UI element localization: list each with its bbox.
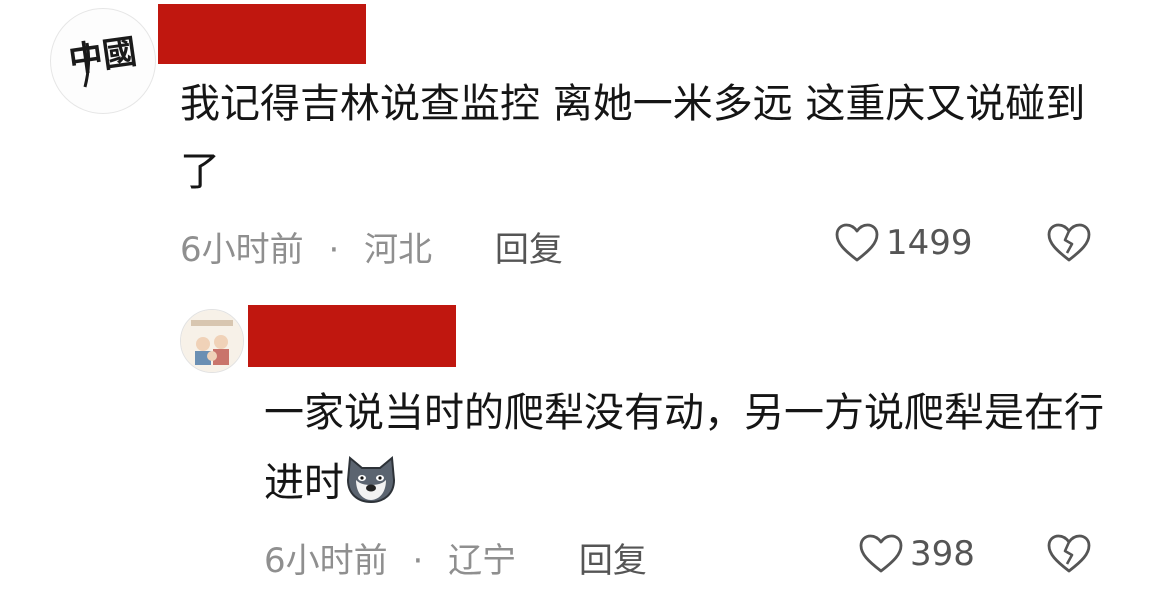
location: 辽宁: [448, 541, 517, 581]
comment-thread: 中國 我记得吉林说查监控 离她一米多远 这重庆又说碰到了 6小时前 · 河北 回…: [0, 0, 1152, 590]
dislike-button[interactable]: [1046, 222, 1092, 268]
broken-heart-icon: [1047, 534, 1091, 573]
like-button[interactable]: 398: [858, 533, 975, 575]
illustrated-family-avatar-icon: [181, 310, 243, 372]
like-button[interactable]: 1499: [834, 222, 973, 264]
timestamp: 6小时前: [264, 541, 388, 581]
like-count: 398: [910, 534, 975, 574]
avatar[interactable]: [180, 309, 244, 373]
comment-meta: 6小时前 · 河北 回复: [180, 222, 563, 271]
avatar[interactable]: 中國: [50, 8, 156, 114]
redacted-username[interactable]: [248, 305, 456, 367]
broken-heart-icon: [1047, 223, 1091, 262]
location: 河北: [364, 230, 433, 270]
reply-button[interactable]: 回复: [495, 230, 563, 270]
redacted-username[interactable]: [158, 4, 366, 64]
calligraphy-logo-icon: 中國: [66, 32, 139, 88]
comment-meta: 6小时前 · 辽宁 回复: [264, 533, 647, 582]
dog-face-emoji-icon: [346, 456, 396, 504]
avatar-glyph: 中國: [66, 32, 139, 81]
heart-outline-icon: [859, 534, 903, 573]
comment-text: 一家说当时的爬犁没有动，另一方说爬犁是在行进时: [264, 378, 1124, 518]
dislike-button[interactable]: [1046, 533, 1092, 579]
reply-button[interactable]: 回复: [579, 541, 647, 581]
separator: ·: [412, 541, 424, 581]
separator: ·: [328, 230, 340, 270]
like-count: 1499: [886, 223, 973, 263]
comment-text: 我记得吉林说查监控 离她一米多远 这重庆又说碰到了: [180, 81, 1086, 195]
heart-outline-icon: [835, 223, 879, 262]
timestamp: 6小时前: [180, 230, 304, 270]
